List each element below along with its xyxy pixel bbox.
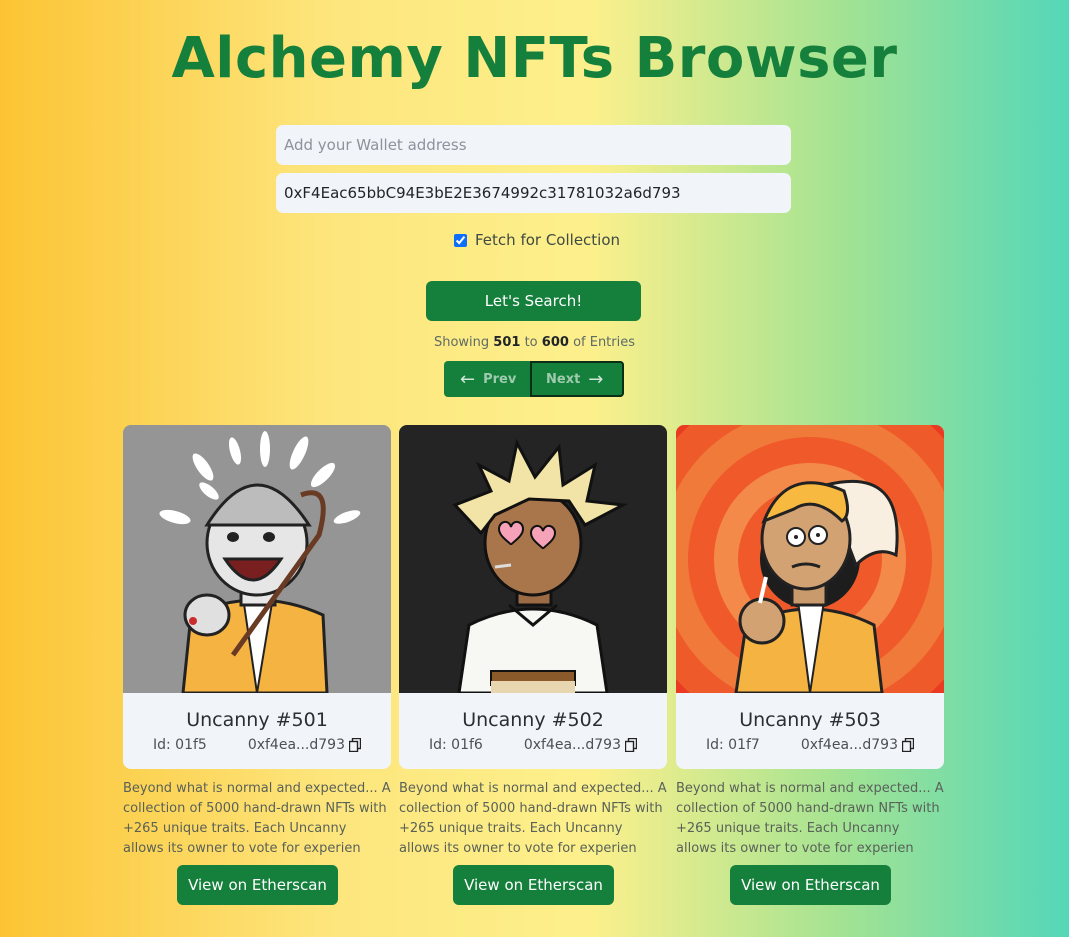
showing-to: 600 xyxy=(541,335,569,350)
fetch-collection-label: Fetch for Collection xyxy=(475,231,621,249)
fetch-collection-option[interactable]: Fetch for Collection xyxy=(454,231,620,249)
view-on-etherscan-button[interactable]: View on Etherscan xyxy=(177,865,338,905)
showing-suffix: of Entries xyxy=(573,335,636,350)
nft-id: Id: 01f7 xyxy=(706,737,760,753)
entries-summary: Showing 501 to 600 of Entries xyxy=(0,335,1069,350)
nft-card: Uncanny #501 Id: 01f5 0xf4ea...d793 Beyo… xyxy=(123,425,391,905)
pagination: ← Prev Next → xyxy=(444,361,624,397)
next-button[interactable]: Next → xyxy=(530,361,624,397)
next-label: Next xyxy=(546,371,581,387)
arrow-right-icon: → xyxy=(588,368,604,390)
page-title: Alchemy NFTs Browser xyxy=(171,26,898,91)
copy-icon[interactable] xyxy=(625,738,637,752)
nft-description: Beyond what is normal and expected... A … xyxy=(399,781,667,856)
nft-name: Uncanny #502 xyxy=(462,709,604,731)
nft-address: 0xf4ea...d793 xyxy=(523,737,621,753)
nft-description: Beyond what is normal and expected... A … xyxy=(676,781,944,856)
nft-name: Uncanny #501 xyxy=(186,709,328,731)
nft-image xyxy=(676,425,944,693)
prev-button[interactable]: ← Prev xyxy=(444,361,530,397)
nft-address: 0xf4ea...d793 xyxy=(800,737,898,753)
card-body: Uncanny #501 Id: 01f5 0xf4ea...d793 xyxy=(123,693,391,769)
card-body: Uncanny #502 Id: 01f6 0xf4ea...d793 xyxy=(399,693,667,769)
copy-icon[interactable] xyxy=(902,738,914,752)
view-on-etherscan-button[interactable]: View on Etherscan xyxy=(453,865,614,905)
collection-address-input[interactable] xyxy=(276,173,791,213)
nft-id: Id: 01f6 xyxy=(429,737,483,753)
nft-description: Beyond what is normal and expected... A … xyxy=(123,781,391,856)
nft-card: Uncanny #502 Id: 01f6 0xf4ea...d793 Beyo… xyxy=(399,425,667,905)
nft-card: Uncanny #503 Id: 01f7 0xf4ea...d793 Beyo… xyxy=(676,425,944,905)
showing-prefix: Showing xyxy=(433,335,490,350)
nft-id: Id: 01f5 xyxy=(153,737,207,753)
prev-label: Prev xyxy=(483,371,517,387)
nft-image xyxy=(399,425,667,693)
view-on-etherscan-button[interactable]: View on Etherscan xyxy=(730,865,891,905)
card-body: Uncanny #503 Id: 01f7 0xf4ea...d793 xyxy=(676,693,944,769)
wallet-address-input[interactable] xyxy=(276,125,791,165)
nft-address: 0xf4ea...d793 xyxy=(247,737,345,753)
showing-from: 501 xyxy=(493,335,521,350)
fetch-collection-checkbox[interactable] xyxy=(454,233,467,247)
nft-image xyxy=(123,425,391,693)
showing-to-word: to xyxy=(524,335,538,350)
copy-icon[interactable] xyxy=(349,738,361,752)
nft-name: Uncanny #503 xyxy=(739,709,881,731)
arrow-left-icon: ← xyxy=(460,368,476,390)
search-button[interactable]: Let's Search! xyxy=(426,281,641,321)
